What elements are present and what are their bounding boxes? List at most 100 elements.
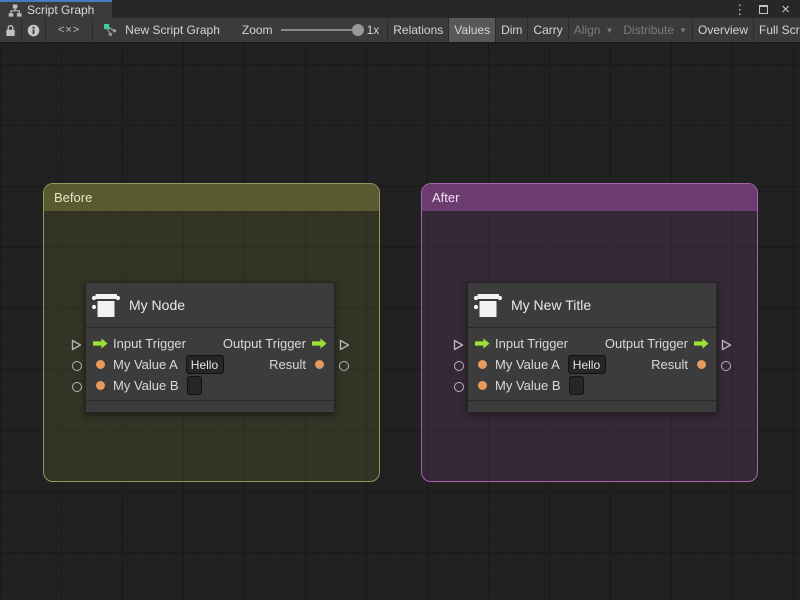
- align-dropdown[interactable]: Align ▼: [569, 18, 619, 42]
- value-port-icon: [478, 381, 487, 390]
- value-a-port[interactable]: My Value A: [86, 355, 224, 374]
- flow-arrow-icon: [694, 338, 709, 349]
- info-button[interactable]: [22, 18, 45, 42]
- port-label: My Value B: [495, 378, 561, 393]
- align-label: Align: [573, 23, 601, 37]
- port-label: Result: [269, 357, 306, 372]
- external-value-output[interactable]: [339, 361, 349, 371]
- node-footer: [86, 400, 334, 412]
- external-value-input-a[interactable]: [72, 361, 82, 371]
- graph-reference[interactable]: New Script Graph: [93, 18, 230, 42]
- relations-label: Relations: [393, 23, 444, 37]
- zoom-control: Zoom 1x: [230, 18, 387, 42]
- maximize-icon[interactable]: [759, 4, 769, 14]
- external-value-input-b[interactable]: [454, 382, 464, 392]
- port-row: My Value A Result: [86, 354, 334, 375]
- close-icon[interactable]: ×: [781, 2, 790, 17]
- lock-icon: [6, 24, 15, 36]
- external-flow-input[interactable]: [71, 339, 82, 351]
- distribute-label: Distribute: [623, 23, 675, 37]
- graph-hierarchy-icon: [8, 4, 22, 17]
- port-row: My Value B: [86, 375, 334, 396]
- port-row: Input Trigger Output Trigger: [468, 333, 716, 354]
- external-value-input-a[interactable]: [454, 361, 464, 371]
- graph-toolbar: <×> New Script Graph Zoom 1x Relations V…: [0, 18, 800, 43]
- external-flow-output[interactable]: [339, 339, 350, 351]
- group-before-header[interactable]: Before: [44, 184, 379, 211]
- flow-arrow-icon: [312, 338, 327, 349]
- external-value-input-b[interactable]: [72, 382, 82, 392]
- group-after-header[interactable]: After: [422, 184, 757, 211]
- dim-toggle[interactable]: Dim: [496, 18, 527, 42]
- zoom-slider[interactable]: [280, 24, 364, 36]
- relations-toggle[interactable]: Relations: [388, 18, 448, 42]
- edit-script-button[interactable]: <×>: [46, 18, 92, 42]
- zoom-slider-handle[interactable]: [351, 24, 364, 36]
- window-controls: ⋮ ×: [733, 0, 800, 18]
- input-trigger-port[interactable]: Input Trigger: [86, 336, 186, 351]
- distribute-dropdown[interactable]: Distribute ▼: [618, 18, 692, 42]
- overview-label: Overview: [697, 23, 748, 37]
- value-a-input[interactable]: [185, 355, 224, 374]
- carry-toggle[interactable]: Carry: [528, 18, 567, 42]
- toolbar-right-group: Relations Values Dim Carry Align ▼ Distr…: [387, 18, 800, 42]
- value-b-port[interactable]: My Value B: [468, 376, 584, 395]
- node-my-new-title[interactable]: My New Title Input Trigger Output Trigge…: [453, 282, 732, 413]
- value-port-icon: [697, 360, 706, 369]
- node-title: My Node: [129, 297, 186, 313]
- fullscreen-label: Full Screen: [759, 23, 800, 37]
- tab-script-graph[interactable]: Script Graph: [0, 0, 112, 18]
- external-value-output[interactable]: [721, 361, 731, 371]
- script-graph-asset-icon: [104, 24, 117, 36]
- node-header[interactable]: My Node: [86, 283, 334, 328]
- output-trigger-port[interactable]: Output Trigger: [605, 336, 716, 351]
- tab-bar: Script Graph ⋮ ×: [0, 0, 800, 18]
- result-port[interactable]: Result: [651, 357, 716, 372]
- port-row: Input Trigger Output Trigger: [86, 333, 334, 354]
- port-label: Output Trigger: [222, 336, 306, 351]
- graph-canvas[interactable]: Before After My Node Input Trigger Outpu…: [0, 43, 800, 600]
- tab-label: Script Graph: [27, 3, 95, 17]
- node-ports: Input Trigger Output Trigger My Value A …: [86, 328, 334, 400]
- port-label: My Value A: [495, 357, 560, 372]
- flow-arrow-icon: [93, 338, 108, 349]
- unit-icon: [91, 294, 121, 317]
- fullscreen-button[interactable]: Full Screen: [754, 18, 800, 42]
- node-header[interactable]: My New Title: [468, 283, 716, 328]
- chevron-down-icon: ▼: [605, 25, 614, 35]
- group-title: Before: [54, 190, 93, 205]
- node-my-node[interactable]: My Node Input Trigger Output Trigger My …: [71, 282, 350, 413]
- external-flow-output[interactable]: [721, 339, 732, 351]
- window-menu-icon[interactable]: ⋮: [733, 3, 746, 16]
- output-trigger-port[interactable]: Output Trigger: [223, 336, 334, 351]
- overview-button[interactable]: Overview: [693, 18, 753, 42]
- port-label: Input Trigger: [113, 336, 186, 351]
- zoom-value: 1x: [366, 23, 380, 37]
- group-title: After: [432, 190, 460, 205]
- carry-label: Carry: [533, 23, 563, 37]
- value-port-icon: [478, 360, 487, 369]
- value-port-icon: [315, 360, 324, 369]
- input-trigger-port[interactable]: Input Trigger: [468, 336, 568, 351]
- lock-button[interactable]: [0, 18, 21, 42]
- result-port[interactable]: Result: [269, 357, 334, 372]
- unit-icon: [473, 294, 503, 317]
- value-a-input[interactable]: [567, 355, 606, 374]
- node-ports: Input Trigger Output Trigger My Value A …: [468, 328, 716, 400]
- value-b-port[interactable]: My Value B: [86, 376, 202, 395]
- external-flow-input[interactable]: [453, 339, 464, 351]
- script-graph-window: Script Graph ⋮ × <×> New Script Graph Zo…: [0, 0, 800, 600]
- flow-arrow-icon: [475, 338, 490, 349]
- value-port-icon: [96, 360, 105, 369]
- values-toggle[interactable]: Values: [449, 18, 496, 42]
- info-icon: [27, 24, 40, 36]
- value-b-input[interactable]: [186, 376, 202, 395]
- port-label: Output Trigger: [604, 336, 688, 351]
- value-a-port[interactable]: My Value A: [468, 355, 606, 374]
- values-label: Values: [454, 23, 491, 37]
- dim-label: Dim: [501, 23, 523, 37]
- zoom-label: Zoom: [241, 23, 273, 37]
- node-footer: [468, 400, 716, 412]
- node-title: My New Title: [511, 297, 592, 313]
- value-b-input[interactable]: [568, 376, 584, 395]
